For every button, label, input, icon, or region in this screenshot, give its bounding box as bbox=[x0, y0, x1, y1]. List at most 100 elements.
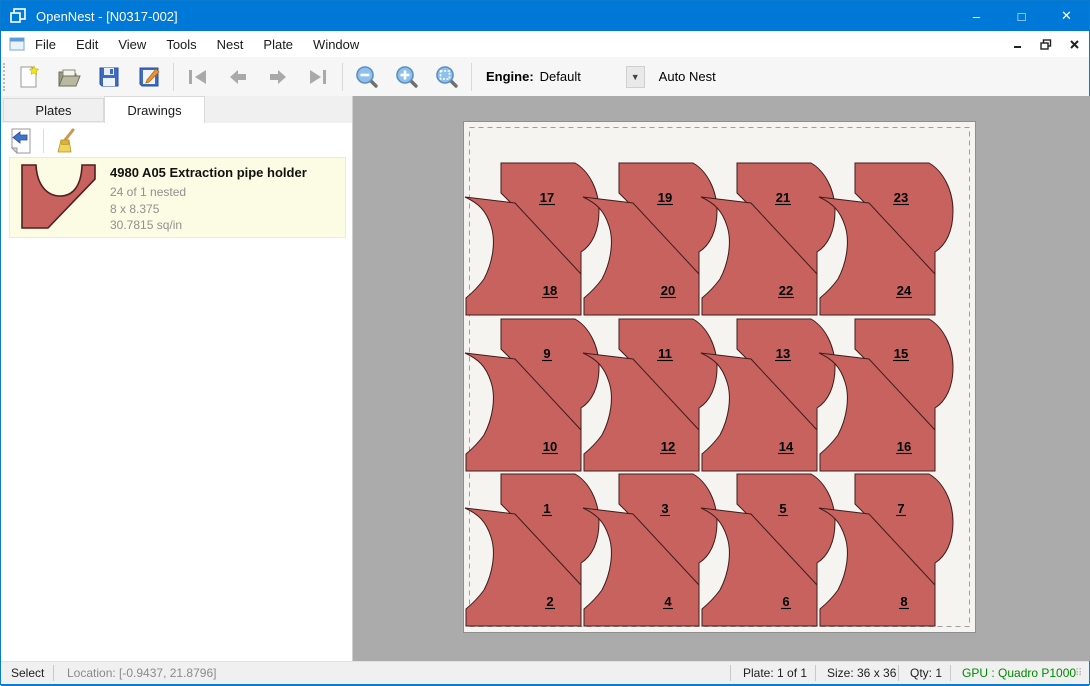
zoom-out-button[interactable] bbox=[354, 64, 380, 90]
part-number-label: 5 bbox=[779, 501, 786, 516]
drawing-title: 4980 A05 Extraction pipe holder bbox=[110, 165, 307, 180]
minimize-button[interactable]: – bbox=[954, 1, 999, 31]
status-plate-size: Size: 36 x 36 bbox=[827, 666, 896, 680]
part-number-label: 10 bbox=[543, 439, 557, 454]
next-plate-button[interactable] bbox=[265, 64, 291, 90]
part-number-label: 3 bbox=[661, 501, 668, 516]
part-number-label: 9 bbox=[543, 346, 550, 361]
drawing-list-item[interactable]: 4980 A05 Extraction pipe holder 24 of 1 … bbox=[9, 157, 346, 238]
part-number-label: 18 bbox=[543, 283, 557, 298]
nav-last-icon bbox=[307, 68, 329, 86]
engine-label: Engine: bbox=[486, 69, 534, 84]
part-number-label: 2 bbox=[546, 594, 553, 609]
status-plate-count: Plate: 1 of 1 bbox=[743, 666, 807, 680]
status-bar: Select Location: [-0.9437, 21.8796] Plat… bbox=[1, 661, 1089, 685]
broom-icon bbox=[53, 128, 79, 154]
app-icon bbox=[10, 7, 28, 25]
tab-plates[interactable]: Plates bbox=[3, 98, 104, 122]
status-mode: Select bbox=[11, 666, 44, 680]
open-button[interactable] bbox=[56, 64, 82, 90]
nav-previous-icon bbox=[228, 68, 248, 86]
engine-combobox[interactable]: Default bbox=[540, 69, 626, 84]
part-number-label: 19 bbox=[658, 190, 672, 205]
menu-tools[interactable]: Tools bbox=[156, 32, 206, 57]
save-icon bbox=[98, 66, 120, 88]
status-separator bbox=[53, 665, 54, 681]
auto-nest-button[interactable]: Auto Nest bbox=[653, 65, 722, 88]
menu-view[interactable]: View bbox=[108, 32, 156, 57]
part-thumbnail bbox=[21, 164, 99, 232]
mdi-close-icon[interactable] bbox=[1063, 34, 1085, 54]
part-number-label: 24 bbox=[897, 283, 912, 298]
part-number-label: 22 bbox=[779, 283, 793, 298]
app-window: OpenNest - [N0317-002] – □ ✕ File Edit V… bbox=[0, 0, 1090, 685]
toolbar-separator bbox=[173, 63, 174, 91]
drawings-toolbar bbox=[1, 123, 352, 159]
close-button[interactable]: ✕ bbox=[1044, 1, 1089, 31]
part-number-label: 23 bbox=[894, 190, 908, 205]
nav-next-icon bbox=[268, 68, 288, 86]
tab-strip: Plates Drawings bbox=[1, 96, 352, 124]
import-drawing-icon bbox=[9, 128, 33, 154]
new-file-icon bbox=[18, 65, 40, 89]
part-number-label: 8 bbox=[900, 594, 907, 609]
mdi-minimize-icon[interactable] bbox=[1007, 34, 1029, 54]
status-separator bbox=[950, 665, 951, 681]
part-number-label: 12 bbox=[661, 439, 675, 454]
status-separator bbox=[898, 665, 899, 681]
status-location: Location: [-0.9437, 21.8796] bbox=[67, 666, 216, 680]
part-number-label: 1 bbox=[543, 501, 550, 516]
status-separator bbox=[730, 665, 731, 681]
part-number-label: 7 bbox=[897, 501, 904, 516]
menu-plate[interactable]: Plate bbox=[253, 32, 303, 57]
save-button[interactable] bbox=[96, 64, 122, 90]
save-as-button[interactable] bbox=[136, 64, 162, 90]
drawing-nested-count: 24 of 1 nested bbox=[110, 184, 307, 201]
zoom-out-icon bbox=[355, 65, 379, 89]
left-panel: Plates Drawings bbox=[1, 96, 353, 661]
resize-grip[interactable]: ⠿ bbox=[1075, 668, 1087, 680]
zoom-fit-icon bbox=[435, 65, 459, 89]
title-bar: OpenNest - [N0317-002] – □ ✕ bbox=[1, 1, 1089, 31]
open-folder-icon bbox=[57, 66, 81, 88]
mdi-restore-icon[interactable] bbox=[1035, 34, 1057, 54]
zoom-in-button[interactable] bbox=[394, 64, 420, 90]
new-file-button[interactable] bbox=[16, 64, 42, 90]
import-drawing-button[interactable] bbox=[7, 127, 35, 155]
toolbar-grip[interactable] bbox=[3, 63, 9, 91]
engine-dropdown-arrow-icon[interactable]: ▼ bbox=[626, 66, 645, 88]
part-number-label: 16 bbox=[897, 439, 911, 454]
first-plate-button[interactable] bbox=[185, 64, 211, 90]
tab-drawings[interactable]: Drawings bbox=[104, 96, 205, 123]
part-number-label: 6 bbox=[782, 594, 789, 609]
plate-view[interactable]: 171921231820222491113151012141613572468 bbox=[463, 121, 976, 633]
previous-plate-button[interactable] bbox=[225, 64, 251, 90]
status-qty: Qty: 1 bbox=[910, 666, 942, 680]
part-number-label: 15 bbox=[894, 346, 908, 361]
status-separator bbox=[815, 665, 816, 681]
drawing-size: 8 x 8.375 bbox=[110, 201, 307, 218]
menu-window[interactable]: Window bbox=[303, 32, 369, 57]
menu-file[interactable]: File bbox=[25, 32, 66, 57]
window-title: OpenNest - [N0317-002] bbox=[36, 9, 954, 24]
main-toolbar: Engine: Default ▼ Auto Nest bbox=[1, 57, 1089, 96]
menu-nest[interactable]: Nest bbox=[207, 32, 254, 57]
part-number-label: 13 bbox=[776, 346, 790, 361]
mdi-document-icon[interactable] bbox=[9, 37, 25, 51]
nav-first-icon bbox=[187, 68, 209, 86]
part-number-label: 20 bbox=[661, 283, 675, 298]
toolbar-separator bbox=[342, 63, 343, 91]
nest-canvas[interactable]: 171921231820222491113151012141613572468 bbox=[353, 96, 1090, 661]
clear-drawings-button[interactable] bbox=[52, 127, 80, 155]
last-plate-button[interactable] bbox=[305, 64, 331, 90]
drawing-area: 30.7815 sq/in bbox=[110, 217, 307, 234]
menu-edit[interactable]: Edit bbox=[66, 32, 108, 57]
panel-toolbar-separator bbox=[43, 129, 44, 153]
zoom-fit-button[interactable] bbox=[434, 64, 460, 90]
part-number-label: 11 bbox=[658, 346, 672, 361]
toolbar-separator bbox=[471, 63, 472, 91]
zoom-in-icon bbox=[395, 65, 419, 89]
maximize-button[interactable]: □ bbox=[999, 1, 1044, 31]
part-number-label: 21 bbox=[776, 190, 790, 205]
part-number-label: 4 bbox=[664, 594, 672, 609]
